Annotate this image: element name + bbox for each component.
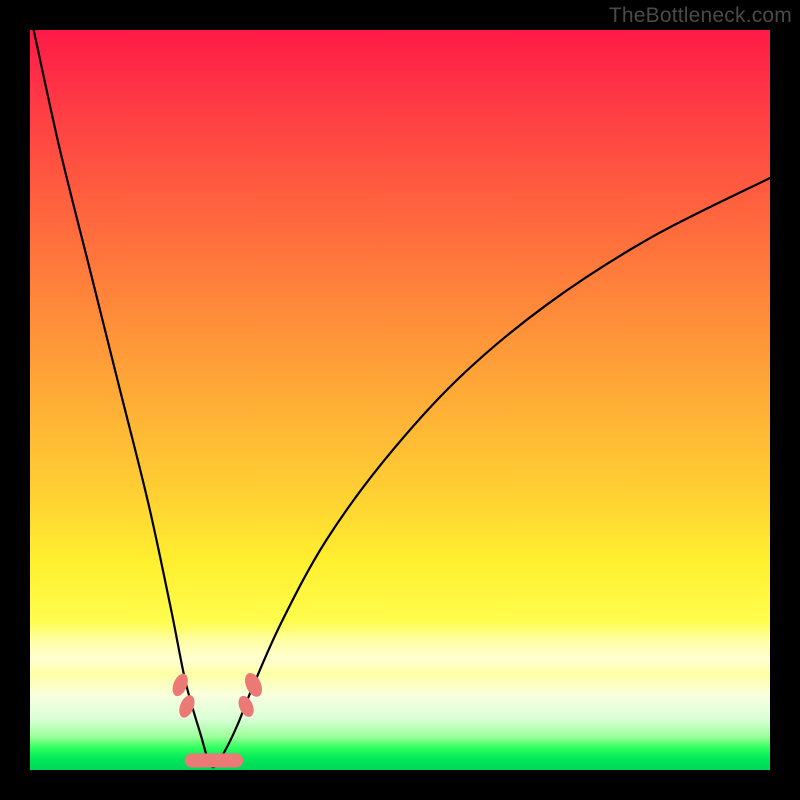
marker-layer <box>30 30 770 770</box>
outer-frame: TheBottleneck.com <box>0 0 800 800</box>
watermark-text: TheBottleneck.com <box>609 4 792 28</box>
